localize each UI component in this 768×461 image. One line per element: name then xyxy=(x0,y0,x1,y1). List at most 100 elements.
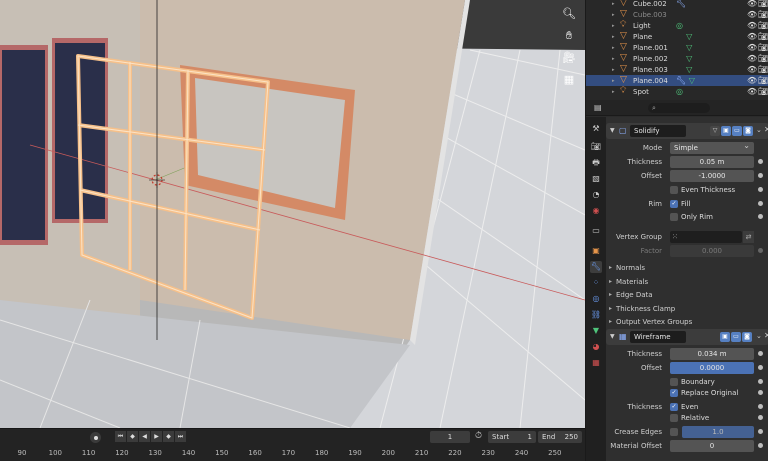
current-frame-field[interactable]: 1 xyxy=(430,431,470,443)
factor-field[interactable]: 0.000 xyxy=(670,245,754,257)
keyframe-dot-icon[interactable] xyxy=(758,187,763,192)
keyframe-dot-icon[interactable] xyxy=(758,443,763,448)
expand-icon[interactable]: ▸ xyxy=(612,56,615,62)
outliner-row[interactable]: ▸ ▽ Plane ▽ 👁︎ 📷︎ xyxy=(586,31,768,42)
expand-icon[interactable]: ▸ xyxy=(612,34,615,40)
outliner-row[interactable]: ▸ 💡︎ Spot ◎ 👁︎ 📷︎ xyxy=(586,86,768,97)
relative-checkbox[interactable] xyxy=(670,414,678,422)
particles-tab-icon[interactable]: ⁘ xyxy=(590,277,602,289)
solidify-modifier-header[interactable]: ▼ ▢ Solidify ▽ ▣ ▭ ◙ ⌄ ✕ xyxy=(606,123,768,139)
chevron-down-icon[interactable]: ⌄ xyxy=(756,126,762,134)
keyframe-dot-icon[interactable] xyxy=(758,415,763,420)
keyframe-dot-icon[interactable] xyxy=(758,173,763,178)
next-keyframe-icon[interactable]: ◆ xyxy=(163,431,174,442)
material-offset-field[interactable]: 0 xyxy=(670,440,754,452)
modifier-tab-icon[interactable]: 🔧︎ xyxy=(590,261,602,273)
jump-start-icon[interactable]: ⏮ xyxy=(115,431,126,442)
timeline-ruler[interactable]: 90 100 110 120 130 140 150 160 170 180 190 200 210 22… xyxy=(0,446,585,461)
camera-icon[interactable]: 🎥︎ xyxy=(561,50,577,66)
expand-icon[interactable]: ▸ xyxy=(612,23,615,29)
hand-icon[interactable]: ✋︎ xyxy=(561,28,577,44)
object-tab-icon[interactable]: ▣ xyxy=(590,245,602,257)
visibility-eye-icon[interactable]: 👁︎ xyxy=(747,65,757,74)
render-icon[interactable]: ◙ xyxy=(743,126,753,136)
fill-checkbox[interactable]: ✓ xyxy=(670,200,678,208)
edge-data-subpanel[interactable]: Edge Data xyxy=(606,288,768,302)
expand-icon[interactable]: ▸ xyxy=(612,89,615,95)
keyframe-dot-icon[interactable] xyxy=(758,404,763,409)
render-camera-icon[interactable]: 📷︎ xyxy=(758,87,768,96)
visibility-eye-icon[interactable]: 👁︎ xyxy=(747,21,757,30)
vertex-group-field[interactable] xyxy=(670,231,742,243)
outliner-row[interactable]: ▸ 💡︎ Light ◎ 👁︎ 📷︎ xyxy=(586,20,768,31)
editor-type-icon[interactable]: ▤ xyxy=(594,103,608,113)
wrench-data-icon[interactable]: 🔧︎ xyxy=(676,0,686,8)
keyframe-dot-icon[interactable] xyxy=(758,379,763,384)
keyframe-dot-icon[interactable] xyxy=(758,365,763,370)
editmode-icon[interactable]: ▣ xyxy=(721,126,731,136)
keyframe-dot-icon[interactable] xyxy=(758,429,763,434)
constraints-tab-icon[interactable]: ⛓ xyxy=(590,309,602,321)
tool-tab-icon[interactable]: ⚒ xyxy=(590,123,602,135)
render-camera-icon[interactable]: 📷︎ xyxy=(758,76,768,85)
end-frame-field[interactable]: End 250 xyxy=(538,431,582,443)
light-data-icon[interactable]: ◎ xyxy=(676,87,683,96)
viewport-display-icon[interactable]: ▭ xyxy=(731,332,741,342)
visibility-eye-icon[interactable]: 👁︎ xyxy=(747,87,757,96)
render-camera-icon[interactable]: 📷︎ xyxy=(758,32,768,41)
wireframe-modifier-header[interactable]: ▼ ▦ Wireframe ▣ ▭ ◙ ⌄ ✕ xyxy=(606,329,768,345)
expand-icon[interactable]: ▸ xyxy=(612,67,615,73)
grid-icon[interactable]: ▦ xyxy=(561,72,577,88)
collection-tab-icon[interactable]: ▭ xyxy=(590,225,602,237)
wire-offset-field[interactable]: 0.0000 xyxy=(670,362,754,374)
world-tab-icon[interactable]: ◉ xyxy=(590,205,602,217)
properties-search-input[interactable]: ⌕ xyxy=(648,103,710,113)
wireframe-name-field[interactable]: Wireframe xyxy=(630,331,686,343)
expand-icon[interactable]: ▸ xyxy=(612,12,615,18)
outliner-row[interactable]: ▸ ▽ Cube.002 🔧︎ 👁︎ 📷︎ xyxy=(586,0,768,9)
thickness-field[interactable]: 0.05 m xyxy=(670,156,754,168)
only-rim-checkbox[interactable] xyxy=(670,213,678,221)
even-checkbox[interactable]: ✓ xyxy=(670,403,678,411)
render-camera-icon[interactable]: 📷︎ xyxy=(758,43,768,52)
expand-icon[interactable]: ▸ xyxy=(612,45,615,51)
crease-edges-checkbox[interactable] xyxy=(670,428,678,436)
visibility-eye-icon[interactable]: 👁︎ xyxy=(747,32,757,41)
keyframe-dot-icon[interactable] xyxy=(758,201,763,206)
material-tab-icon[interactable]: ◕ xyxy=(590,341,602,353)
output-tab-icon[interactable]: 🖶 xyxy=(590,157,602,169)
stopwatch-icon[interactable]: ⏱ xyxy=(475,431,485,441)
edit-cage-icon[interactable]: ▽ xyxy=(710,126,720,136)
expand-icon[interactable]: ▸ xyxy=(612,1,615,7)
offset-field[interactable]: -1.0000 xyxy=(670,170,754,182)
invert-vertex-group-icon[interactable]: ⇄ xyxy=(743,231,754,243)
keyframe-dot-icon[interactable] xyxy=(758,351,763,356)
visibility-eye-icon[interactable]: 👁︎ xyxy=(747,76,757,85)
mesh-data-icon[interactable]: ▽ xyxy=(676,32,692,41)
output-vertex-groups-subpanel[interactable]: Output Vertex Groups xyxy=(606,315,768,329)
mode-select[interactable]: Simple xyxy=(670,140,754,154)
scene-tab-icon[interactable]: ◔ xyxy=(590,189,602,201)
record-button[interactable] xyxy=(90,432,101,443)
editmode-icon[interactable]: ▣ xyxy=(720,332,730,342)
expand-icon[interactable]: ▸ xyxy=(612,78,615,84)
outliner-row[interactable]: ▸ ▽ Plane.004 🔧︎ ▽ 👁︎ 📷︎ xyxy=(586,75,768,86)
crease-weight-field[interactable]: 1.0 xyxy=(682,426,754,438)
wire-thickness-field[interactable]: 0.034 m xyxy=(670,348,754,360)
render-icon[interactable]: ◙ xyxy=(742,332,752,342)
solidify-name-field[interactable]: Solidify xyxy=(630,125,686,137)
data-tab-icon[interactable]: ▼ xyxy=(590,325,602,337)
keyframe-dot-icon[interactable] xyxy=(758,248,763,253)
replace-original-checkbox[interactable]: ✓ xyxy=(670,389,678,397)
view-layer-tab-icon[interactable]: ▧ xyxy=(590,173,602,185)
visibility-eye-icon[interactable]: 👁︎ xyxy=(747,54,757,63)
mesh-data-icon[interactable]: ▽ xyxy=(676,54,692,63)
prev-keyframe-icon[interactable]: ◆ xyxy=(127,431,138,442)
zoom-icon[interactable]: 🔍︎ xyxy=(561,6,577,22)
outliner-row[interactable]: ▸ ▽ Cube.003 👁︎ 📷︎ xyxy=(586,9,768,20)
thickness-clamp-subpanel[interactable]: Thickness Clamp xyxy=(606,302,768,316)
collapse-icon[interactable]: ▼ xyxy=(610,127,615,134)
jump-end-icon[interactable]: ⏭ xyxy=(175,431,186,442)
materials-subpanel[interactable]: Materials xyxy=(606,275,768,289)
close-icon[interactable]: ✕ xyxy=(764,125,768,134)
